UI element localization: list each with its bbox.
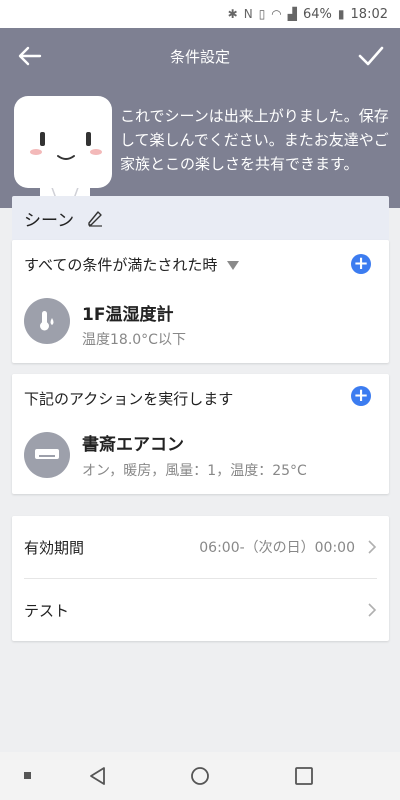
chevron-right-icon	[368, 540, 377, 554]
mascot-illustration	[14, 96, 112, 204]
page-title: 条件設定	[169, 47, 230, 66]
conditions-card: すべての条件が満たされた時 + 1F温湿度計 温度18.0°C以下	[12, 240, 389, 363]
menu-dot-icon[interactable]	[24, 772, 32, 780]
nav-home-icon[interactable]	[190, 766, 210, 786]
wifi-icon: ◠	[271, 7, 282, 21]
conditions-heading-text: すべての条件が満たされた時	[24, 256, 218, 274]
actions-heading-text: 下記のアクションを実行します	[24, 390, 234, 408]
scene-label: シーン	[24, 210, 75, 231]
battery-percent: 64%	[303, 6, 332, 22]
clock: 18:02	[350, 6, 388, 22]
condition-device-detail: 温度18.0°C以下	[82, 332, 186, 348]
nfc-icon: N	[243, 7, 253, 21]
condition-device-name[interactable]: 1F温湿度計	[82, 300, 173, 325]
conditions-heading[interactable]: すべての条件が満たされた時	[24, 254, 240, 275]
app-header: 条件設定	[0, 28, 400, 84]
test-row[interactable]: テスト	[12, 579, 389, 641]
actions-card: 下記のアクションを実行します + 書斎エアコン オン，暖房，風量：1，温度：25…	[12, 374, 389, 494]
air-conditioner-icon	[24, 432, 70, 478]
actions-heading: 下記のアクションを実行します	[24, 388, 233, 409]
vibrate-icon: ▯	[258, 7, 266, 21]
edit-pencil-icon[interactable]	[86, 209, 104, 227]
back-arrow-icon[interactable]	[16, 42, 44, 70]
valid-period-label: 有効期間	[24, 538, 85, 557]
hero-message: これでシーンは出来上がりました。保存して楽しんでください。またお友達やご家族とこ…	[120, 107, 389, 173]
bluetooth-icon: ✱	[227, 7, 238, 21]
action-device-detail: オン，暖房，風量：1，温度：25°C	[82, 463, 307, 479]
dropdown-triangle-icon[interactable]	[227, 260, 240, 270]
add-condition-button[interactable]: +	[351, 254, 371, 274]
checkmark-icon[interactable]	[356, 42, 386, 70]
valid-period-row[interactable]: 有効期間 06:00-（次の日）00:00	[12, 516, 389, 578]
valid-period-value: 06:00-（次の日）00:00	[199, 540, 355, 556]
system-nav-bar	[0, 752, 400, 800]
thermometer-icon	[24, 298, 70, 344]
scene-title-bar[interactable]: シーン	[12, 196, 389, 240]
status-bar: ✱ N ▯ ◠ ▟ 64% ▮ 18:02	[0, 0, 400, 28]
settings-card: 有効期間 06:00-（次の日）00:00 テスト	[12, 516, 389, 641]
test-label: テスト	[24, 601, 70, 620]
signal-icon: ▟	[287, 7, 298, 21]
nav-recents-icon[interactable]	[294, 766, 314, 786]
action-device-name[interactable]: 書斎エアコン	[82, 430, 184, 455]
battery-icon: ▮	[337, 7, 345, 21]
add-action-button[interactable]: +	[351, 386, 371, 406]
nav-back-icon[interactable]	[88, 766, 108, 786]
chevron-right-icon	[368, 603, 377, 617]
